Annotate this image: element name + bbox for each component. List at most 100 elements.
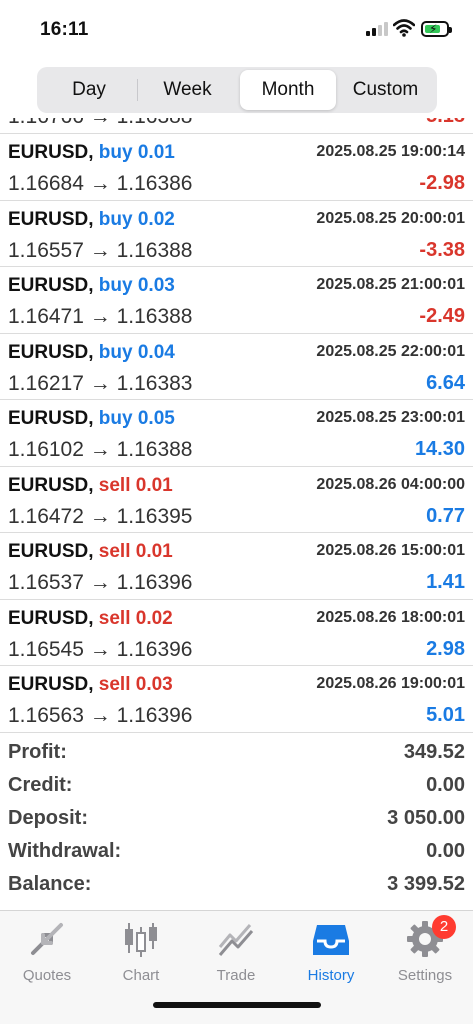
trade-symbol-name: EURUSD, [8, 341, 94, 363]
summary-value: 3 399.52 [387, 873, 465, 895]
trade-type: buy 0.04 [98, 341, 175, 363]
trade-type: buy 0.05 [98, 408, 175, 429]
summary-row-withdrawal: Withdrawal: 0.00 [0, 833, 473, 866]
trade-symbol: EURUSD, buy 0.02 [8, 209, 175, 231]
trade-row[interactable]: EURUSD, buy 0.02 2025.08.25 20:00:01 1.165… [0, 201, 473, 267]
trade-prices: 1.16537 → 1.16396 [8, 571, 193, 594]
segment-week[interactable]: Week [138, 70, 237, 110]
trade-symbol-name: EURUSD, [8, 275, 94, 296]
trade-profit: 14.30 [414, 438, 465, 460]
trade-profit: -3.38 [419, 238, 465, 261]
trade-row[interactable]: EURUSD, sell 0.01 2025.08.26 15:00:01 1.16… [0, 533, 473, 600]
summary-label: Balance: [8, 873, 92, 895]
trade-symbol-name: EURUSD, [8, 541, 94, 562]
trade-symbol-name: EURUSD, [8, 674, 94, 695]
notification-badge: 2 [432, 915, 456, 939]
trade-time: 2025.08.26 18:00:01 [316, 608, 465, 626]
history-icon [313, 925, 349, 955]
trade-prices: 1.16102 → 1.16388 [8, 438, 193, 461]
summary-row-profit: Profit: 349.52 [0, 734, 473, 767]
cellular-signal-icon [366, 22, 388, 36]
summary-row-balance: Balance: 3 399.52 [0, 866, 473, 899]
summary-row-deposit: Deposit: 3 050.00 [0, 800, 473, 833]
period-segmented-control: Day Week Month Custom [37, 67, 437, 113]
tab-chart[interactable]: Chart [94, 919, 188, 989]
trade-prices: 1.16217 → 1.16383 [8, 371, 193, 395]
summary-value: 0.00 [426, 774, 465, 796]
trade-symbol-name: EURUSD, [8, 607, 94, 629]
trade-type: buy 0.03 [98, 275, 175, 296]
battery-icon: ⚡ [421, 21, 452, 37]
segment-custom[interactable]: Custom [337, 70, 434, 110]
segment-month[interactable]: Month [240, 70, 336, 110]
trade-type: sell 0.01 [98, 541, 173, 562]
summary-label: Deposit: [8, 807, 88, 829]
wifi-icon [393, 19, 415, 37]
trade-time: 2025.08.25 20:00:01 [316, 209, 465, 227]
account-summary: Profit: 349.52 Credit: 0.00 Deposit: 3 0… [0, 734, 473, 910]
trade-type: sell 0.01 [98, 474, 173, 496]
trade-symbol-name: EURUSD, [8, 474, 94, 496]
tab-history[interactable]: History [284, 919, 378, 989]
summary-label: Profit: [8, 741, 67, 763]
summary-value: 349.52 [403, 741, 465, 763]
trade-symbol: EURUSD, sell 0.01 [8, 541, 173, 563]
summary-label: Withdrawal: [8, 840, 122, 862]
trade-profit: 1.41 [426, 571, 465, 593]
trade-time: 2025.08.25 23:00:01 [316, 409, 465, 426]
trade-symbol: EURUSD, buy 0.04 [8, 342, 175, 364]
trade-profit: 6.64 [426, 371, 465, 394]
trade-history-list[interactable]: 1.16766 → 1.16388 -5.18 EURUSD, buy 0.01… [0, 102, 473, 734]
tab-label: History [307, 967, 355, 984]
tab-label: Quotes [22, 967, 72, 984]
trade-profit: 0.77 [426, 504, 465, 527]
period-selector-bar: Day Week Month Custom [0, 62, 473, 118]
trade-symbol: EURUSD, buy 0.05 [8, 408, 175, 430]
trade-time: 2025.08.26 04:00:00 [316, 475, 465, 493]
trade-time: 2025.08.26 15:00:01 [316, 542, 465, 559]
summary-value: 0.00 [426, 840, 465, 862]
quotes-icon [31, 923, 63, 955]
summary-row-credit: Credit: 0.00 [0, 767, 473, 800]
trade-type: buy 0.01 [98, 142, 175, 163]
trade-row[interactable]: EURUSD, sell 0.01 2025.08.26 04:00:00 1.16… [0, 467, 473, 533]
trade-symbol: EURUSD, buy 0.03 [8, 275, 175, 297]
home-indicator[interactable] [153, 1002, 321, 1008]
trade-symbol: EURUSD, sell 0.01 [8, 475, 173, 497]
tab-label: Trade [216, 967, 256, 984]
tab-quotes[interactable]: Quotes [0, 919, 94, 989]
status-time: 16:11 [40, 19, 89, 40]
trade-symbol-name: EURUSD, [8, 142, 94, 163]
chart-icon [125, 923, 157, 957]
trade-symbol-name: EURUSD, [8, 408, 94, 429]
trade-symbol: EURUSD, sell 0.03 [8, 674, 173, 696]
trade-type: sell 0.02 [98, 607, 173, 629]
trade-symbol: EURUSD, sell 0.02 [8, 608, 173, 630]
segment-day[interactable]: Day [41, 70, 137, 110]
trade-type: buy 0.02 [98, 208, 175, 230]
tab-label: Chart [122, 967, 160, 984]
trade-profit: -2.98 [419, 172, 465, 194]
trade-type: sell 0.03 [98, 674, 173, 695]
trade-icon [218, 924, 254, 956]
trade-row[interactable]: EURUSD, sell 0.02 2025.08.26 18:00:01 1.16… [0, 600, 473, 666]
trade-profit: -2.49 [419, 305, 465, 327]
trade-prices: 1.16545 → 1.16396 [8, 637, 193, 661]
trade-prices: 1.16684 → 1.16386 [8, 172, 193, 195]
trade-time: 2025.08.25 21:00:01 [316, 276, 465, 293]
trade-row[interactable]: EURUSD, buy 0.01 2025.08.25 19:00:14 1.166… [0, 134, 473, 201]
trade-row[interactable]: EURUSD, sell 0.03 2025.08.26 19:00:01 1.16… [0, 666, 473, 733]
trade-prices: 1.16472 → 1.16395 [8, 504, 193, 528]
trade-symbol-name: EURUSD, [8, 208, 94, 230]
trade-time: 2025.08.26 19:00:01 [316, 675, 465, 692]
trade-prices: 1.16563 → 1.16396 [8, 704, 193, 727]
tab-trade[interactable]: Trade [189, 919, 283, 989]
trade-row[interactable]: EURUSD, buy 0.04 2025.08.25 22:00:01 1.162… [0, 334, 473, 400]
trade-time: 2025.08.25 19:00:14 [316, 143, 465, 160]
trade-row[interactable]: EURUSD, buy 0.03 2025.08.25 21:00:01 1.164… [0, 267, 473, 334]
trade-prices: 1.16557 → 1.16388 [8, 238, 193, 262]
trade-time: 2025.08.25 22:00:01 [316, 342, 465, 360]
status-bar: 16:11 ⚡ [0, 0, 473, 62]
tab-settings[interactable]: 2 Settings [378, 915, 472, 989]
trade-row[interactable]: EURUSD, buy 0.05 2025.08.25 23:00:01 1.161… [0, 400, 473, 467]
